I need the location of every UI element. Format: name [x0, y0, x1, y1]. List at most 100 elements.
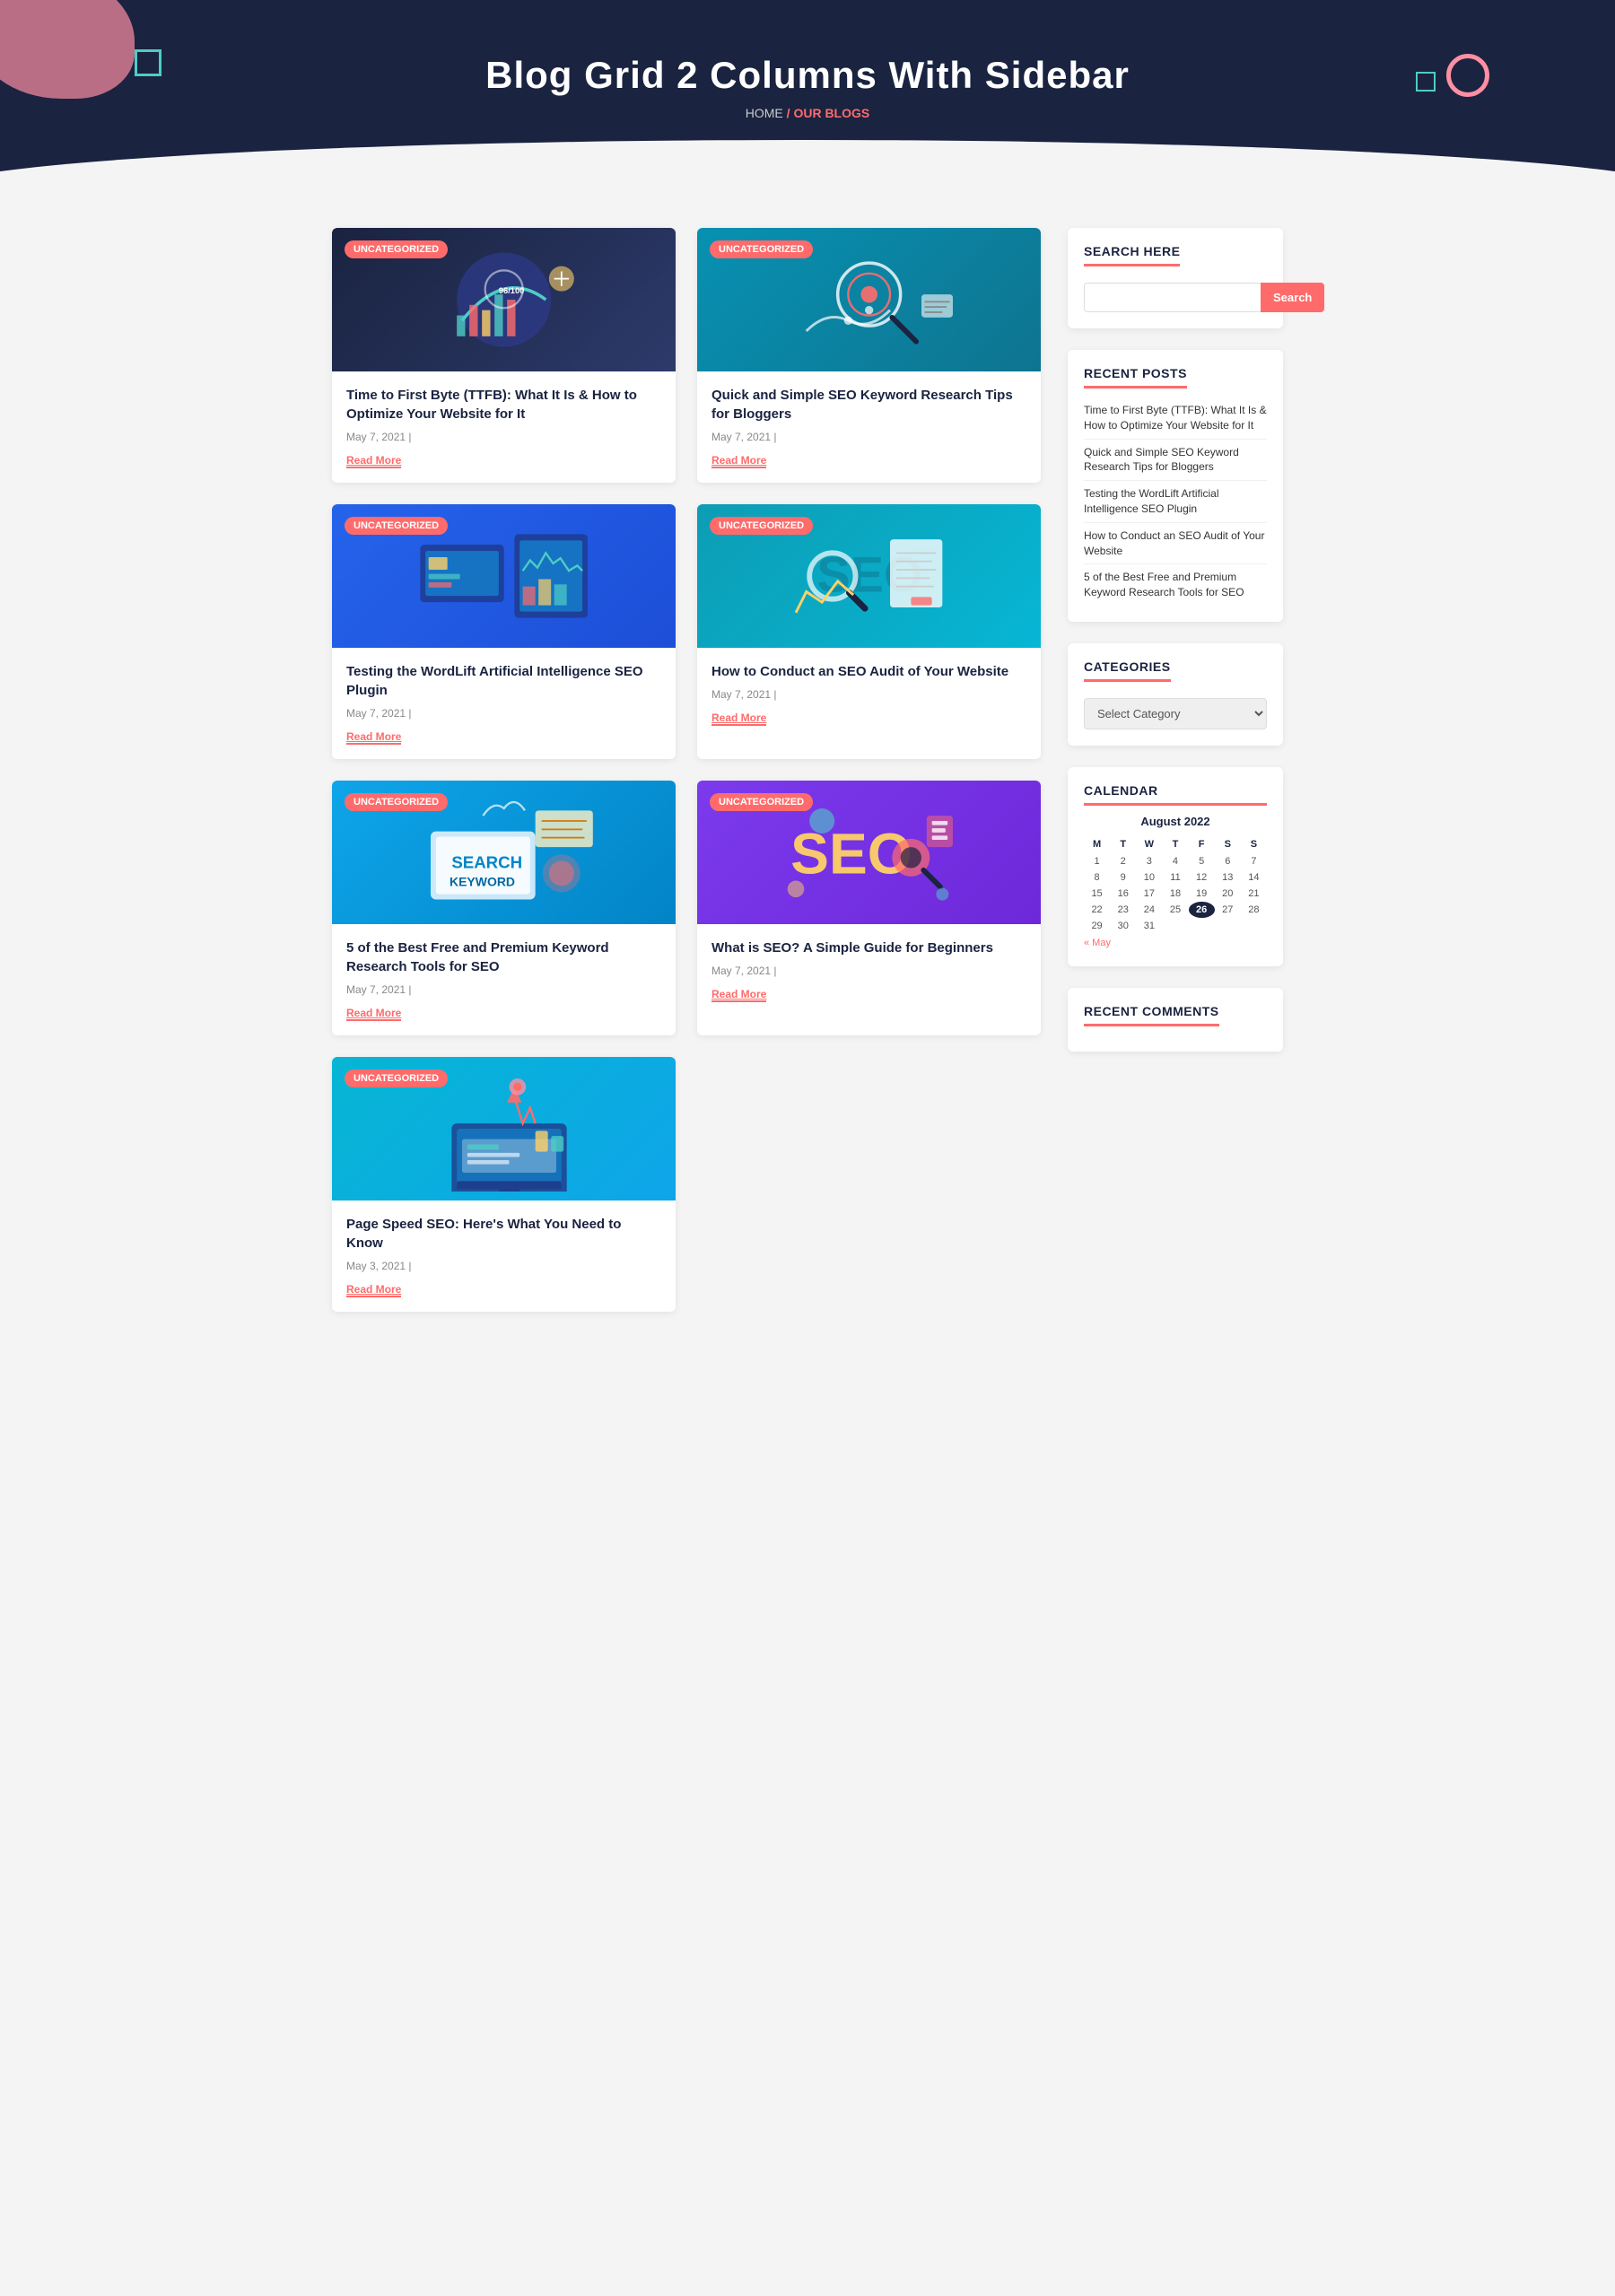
calendar-day-cell[interactable]: 27 — [1215, 902, 1241, 918]
card-tag-post7: Uncategorized — [345, 1069, 448, 1087]
search-input[interactable] — [1084, 283, 1261, 312]
calendar-day-cell[interactable]: 30 — [1110, 918, 1136, 934]
page-body: Uncategorized 96/100 Time to — [314, 192, 1301, 1348]
calendar-day-cell[interactable]: 26 — [1189, 902, 1215, 918]
card-title-post2: Quick and Simple SEO Keyword Research Ti… — [711, 386, 1026, 423]
blog-grid: Uncategorized 96/100 Time to — [332, 228, 1041, 1312]
calendar-day-cell[interactable]: 9 — [1110, 869, 1136, 886]
calendar-day-cell[interactable]: 31 — [1136, 918, 1162, 934]
recent-posts-title: RECENT POSTS — [1084, 366, 1187, 388]
card-readmore-post3[interactable]: Read More — [346, 730, 401, 745]
calendar-day-cell[interactable]: 16 — [1110, 886, 1136, 902]
recent-post-item[interactable]: Testing the WordLift Artificial Intellig… — [1084, 481, 1267, 523]
card-body-post6: What is SEO? A Simple Guide for Beginner… — [697, 924, 1041, 1017]
calendar-day-cell[interactable]: 15 — [1084, 886, 1110, 902]
search-widget-title: SEARCH HERE — [1084, 244, 1180, 266]
recent-post-item[interactable]: 5 of the Best Free and Premium Keyword R… — [1084, 564, 1267, 606]
categories-widget: CATEGORIES Select Category — [1068, 643, 1283, 746]
svg-text:KEYWORD: KEYWORD — [450, 874, 515, 888]
card-readmore-post1[interactable]: Read More — [346, 454, 401, 468]
recent-post-item[interactable]: Time to First Byte (TTFB): What It Is & … — [1084, 397, 1267, 440]
calendar-day-cell[interactable]: 11 — [1162, 869, 1188, 886]
card-title-post5: 5 of the Best Free and Premium Keyword R… — [346, 938, 661, 976]
breadcrumb-home[interactable]: HOME — [746, 106, 783, 120]
calendar-month: August 2022 — [1084, 815, 1267, 828]
card-tag-post1: Uncategorized — [345, 240, 448, 258]
calendar-day-cell[interactable]: 1 — [1084, 853, 1110, 869]
svg-text:SEARCH: SEARCH — [451, 852, 522, 871]
calendar-title: CALENDAR — [1084, 783, 1267, 806]
card-image-keyword: Uncategorized — [697, 228, 1041, 371]
card-body-post5: 5 of the Best Free and Premium Keyword R… — [332, 924, 676, 1035]
calendar-day-cell[interactable]: 12 — [1189, 869, 1215, 886]
card-date-post4: May 7, 2021 | — [711, 688, 1026, 701]
calendar-day-cell[interactable]: 24 — [1136, 902, 1162, 918]
calendar-prev-link[interactable]: « May — [1084, 938, 1111, 948]
card-readmore-post6[interactable]: Read More — [711, 988, 766, 1002]
card-title-post6: What is SEO? A Simple Guide for Beginner… — [711, 938, 1026, 957]
calendar-day-cell — [1189, 918, 1215, 934]
card-date-post5: May 7, 2021 | — [346, 983, 661, 996]
calendar-day-cell[interactable]: 13 — [1215, 869, 1241, 886]
card-title-post4: How to Conduct an SEO Audit of Your Webs… — [711, 662, 1026, 681]
blog-card-post7: Uncategorized — [332, 1057, 676, 1312]
search-form: Search — [1084, 283, 1267, 312]
calendar-day-cell[interactable]: 14 — [1241, 869, 1267, 886]
card-date-post2: May 7, 2021 | — [711, 431, 1026, 443]
calendar-header-cell: S — [1215, 835, 1241, 853]
card-readmore-post2[interactable]: Read More — [711, 454, 766, 468]
recent-post-item[interactable]: How to Conduct an SEO Audit of Your Webs… — [1084, 523, 1267, 565]
calendar-header-cell: S — [1241, 835, 1267, 853]
calendar-day-cell[interactable]: 5 — [1189, 853, 1215, 869]
calendar-header-cell: T — [1110, 835, 1136, 853]
calendar-day-cell[interactable]: 25 — [1162, 902, 1188, 918]
card-tag-post6: Uncategorized — [710, 793, 813, 811]
sidebar: SEARCH HERE Search RECENT POSTS Time to … — [1068, 228, 1283, 1052]
card-body-post3: Testing the WordLift Artificial Intellig… — [332, 648, 676, 759]
card-body-post4: How to Conduct an SEO Audit of Your Webs… — [697, 648, 1041, 740]
page-header: Blog Grid 2 Columns With Sidebar HOME / … — [0, 0, 1615, 192]
search-widget: SEARCH HERE Search — [1068, 228, 1283, 328]
card-image-pagespeed: Uncategorized — [332, 1057, 676, 1200]
card-readmore-post5[interactable]: Read More — [346, 1007, 401, 1021]
calendar-day-cell[interactable]: 22 — [1084, 902, 1110, 918]
calendar-day-cell[interactable]: 3 — [1136, 853, 1162, 869]
calendar-day-cell[interactable]: 7 — [1241, 853, 1267, 869]
deco-square-tr — [1416, 72, 1436, 92]
calendar-day-cell[interactable]: 21 — [1241, 886, 1267, 902]
search-button[interactable]: Search — [1261, 283, 1324, 312]
card-image-ttfb: Uncategorized 96/100 — [332, 228, 676, 371]
calendar-day-cell[interactable]: 8 — [1084, 869, 1110, 886]
calendar-day-cell — [1215, 918, 1241, 934]
calendar-header-cell: W — [1136, 835, 1162, 853]
calendar-day-cell[interactable]: 23 — [1110, 902, 1136, 918]
card-readmore-post4[interactable]: Read More — [711, 711, 766, 726]
recent-posts-list: Time to First Byte (TTFB): What It Is & … — [1084, 397, 1267, 606]
calendar-day-cell[interactable]: 4 — [1162, 853, 1188, 869]
calendar-day-cell[interactable]: 18 — [1162, 886, 1188, 902]
blog-card-post5: Uncategorized SEARCH KEYWORD 5 of the Be… — [332, 781, 676, 1035]
card-image-seo-audit: Uncategorized SEO — [697, 504, 1041, 648]
calendar-day-cell[interactable]: 20 — [1215, 886, 1241, 902]
breadcrumb: HOME / OUR BLOGS — [18, 106, 1597, 120]
card-title-post7: Page Speed SEO: Here's What You Need to … — [346, 1215, 661, 1253]
card-date-post1: May 7, 2021 | — [346, 431, 661, 443]
recent-posts-widget: RECENT POSTS Time to First Byte (TTFB): … — [1068, 350, 1283, 622]
calendar-day-cell[interactable]: 17 — [1136, 886, 1162, 902]
card-title-post1: Time to First Byte (TTFB): What It Is & … — [346, 386, 661, 423]
calendar-widget: CALENDAR August 2022 MTWTFSS 12345678910… — [1068, 767, 1283, 966]
card-readmore-post7[interactable]: Read More — [346, 1283, 401, 1297]
blog-card-post4: Uncategorized SEO How to Conduct an SEO — [697, 504, 1041, 759]
category-select[interactable]: Select Category — [1084, 698, 1267, 729]
deco-circle-tr — [1446, 54, 1489, 97]
calendar-day-cell[interactable]: 29 — [1084, 918, 1110, 934]
calendar-day-cell[interactable]: 28 — [1241, 902, 1267, 918]
recent-post-item[interactable]: Quick and Simple SEO Keyword Research Ti… — [1084, 440, 1267, 482]
calendar-day-cell[interactable]: 2 — [1110, 853, 1136, 869]
calendar-day-cell[interactable]: 19 — [1189, 886, 1215, 902]
calendar-day-cell[interactable]: 10 — [1136, 869, 1162, 886]
calendar-day-cell[interactable]: 6 — [1215, 853, 1241, 869]
card-body-post7: Page Speed SEO: Here's What You Need to … — [332, 1200, 676, 1312]
calendar-day-cell — [1162, 918, 1188, 934]
recent-comments-widget: RECENT COMMENTS — [1068, 988, 1283, 1052]
